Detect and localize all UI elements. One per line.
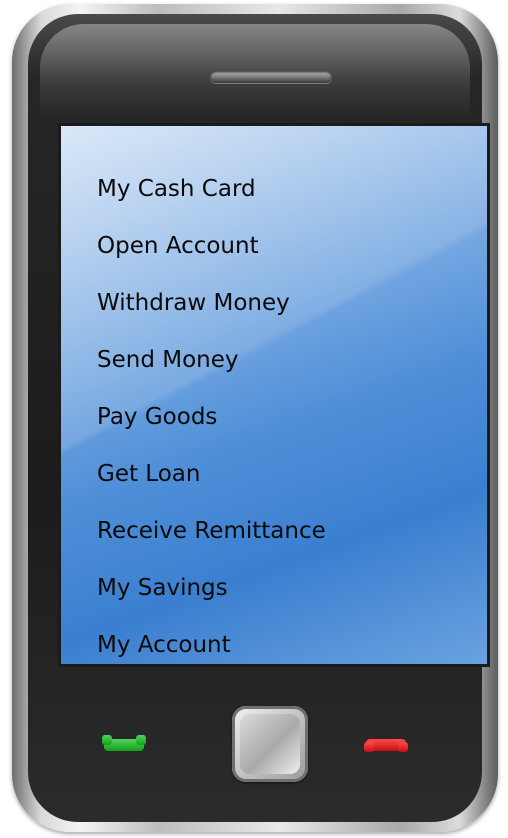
mobile-phone: My Cash Card Open Account Withdraw Money… <box>0 0 508 838</box>
menu-item-get-loan[interactable]: Get Loan <box>97 459 326 516</box>
home-button[interactable] <box>232 706 308 782</box>
menu-item-withdraw-money[interactable]: Withdraw Money <box>97 288 326 345</box>
menu-item-my-account[interactable]: My Account <box>97 630 326 664</box>
menu-item-my-savings[interactable]: My Savings <box>97 573 326 630</box>
menu-item-open-account[interactable]: Open Account <box>97 231 326 288</box>
speaker-grille <box>210 71 332 83</box>
phone-call-icon[interactable] <box>102 735 146 751</box>
menu-item-pay-goods[interactable]: Pay Goods <box>97 402 326 459</box>
phone-end-icon[interactable] <box>364 739 408 752</box>
menu-item-receive-remittance[interactable]: Receive Remittance <box>97 516 326 573</box>
menu-item-my-cash-card[interactable]: My Cash Card <box>97 174 326 231</box>
main-menu: My Cash Card Open Account Withdraw Money… <box>97 174 326 664</box>
home-square-icon <box>240 714 300 774</box>
phone-screen: My Cash Card Open Account Withdraw Money… <box>58 123 490 667</box>
menu-item-send-money[interactable]: Send Money <box>97 345 326 402</box>
